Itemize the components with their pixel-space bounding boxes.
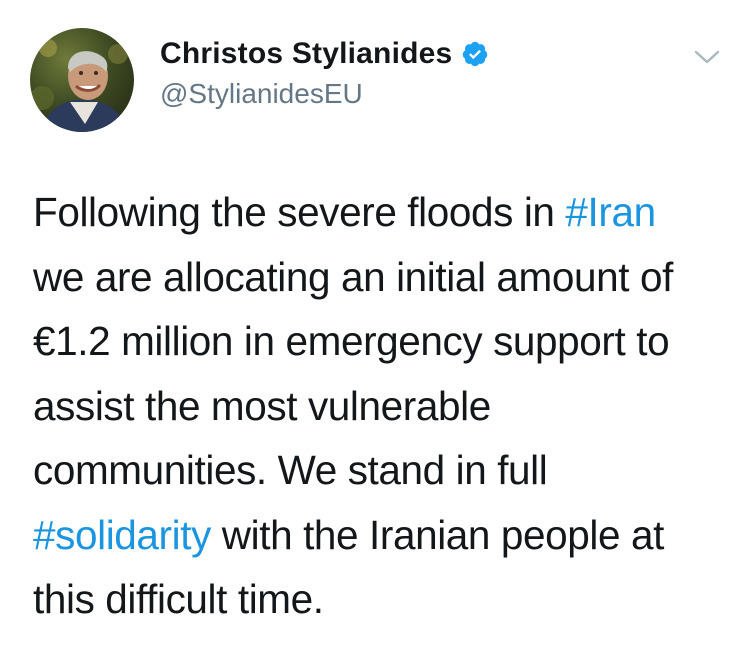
avatar[interactable] <box>30 28 134 132</box>
chevron-down-icon[interactable] <box>692 46 722 68</box>
tweet-line-4: assist the most vulnerable <box>33 382 491 429</box>
tweet-text-segment: with the Iranian people at <box>210 511 665 558</box>
tweet-line-3: €1.2 million in emergency support to <box>33 318 670 364</box>
display-name[interactable]: Christos Stylianides <box>160 37 452 71</box>
verified-badge-icon <box>461 40 489 68</box>
user-handle[interactable]: @StylianidesEU <box>160 78 363 110</box>
tweet-text-segment: Following the severe floods in <box>33 189 566 235</box>
avatar-photo <box>30 28 134 132</box>
tweet-line-2: we are allocating an initial amount of <box>33 253 673 300</box>
hashtag-link-iran[interactable]: #Iran <box>565 189 656 235</box>
tweet-line-7: this difficult time. <box>33 576 324 622</box>
user-name-row[interactable]: Christos Stylianides <box>160 34 489 74</box>
tweet-line-5: communities. We stand in full <box>33 447 548 493</box>
tweet-card: Christos Stylianides @StylianidesEU Foll… <box>0 0 750 651</box>
tweet-text: Following the severe floods in #Iran we … <box>33 180 733 632</box>
hashtag-link-solidarity[interactable]: #solidarity <box>33 512 211 558</box>
tweet-line-6: #solidarity with the Iranian people at <box>33 503 733 568</box>
tweet-line-1: Following the severe floods in #Iran <box>33 180 733 245</box>
